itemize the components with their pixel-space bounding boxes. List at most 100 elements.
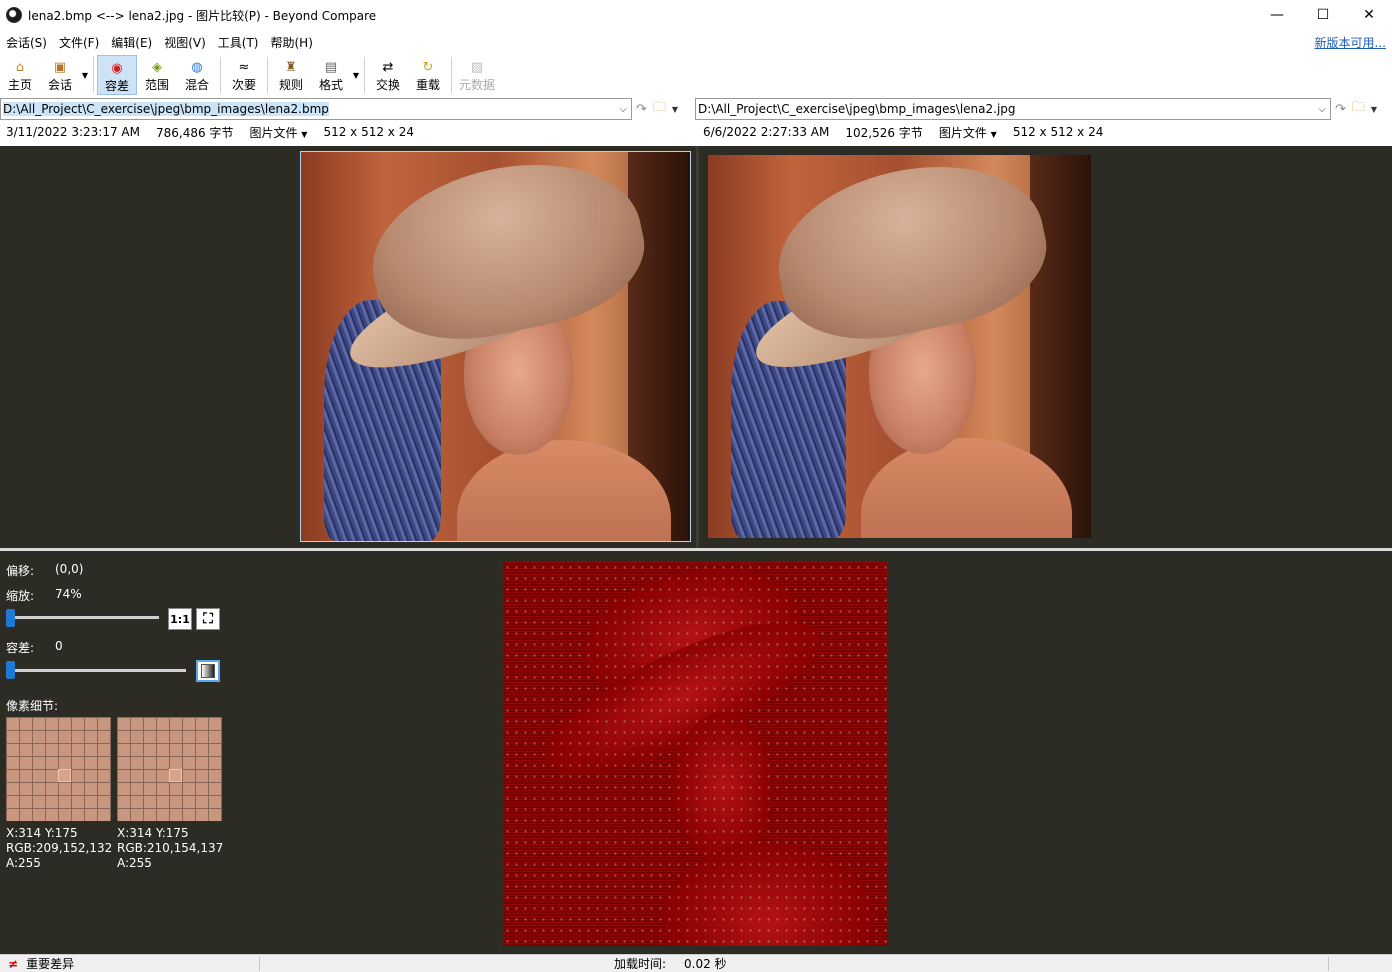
left-pixel-alpha: A:255 bbox=[6, 856, 41, 870]
window-title: lena2.bmp <--> lena2.jpg - 图片比较(P) - Bey… bbox=[28, 8, 377, 23]
tolerance-color-button[interactable] bbox=[196, 660, 220, 682]
chevron-down-icon: ▼ bbox=[990, 129, 997, 139]
tolerance-slider-thumb[interactable] bbox=[6, 661, 15, 679]
close-button[interactable]: ✕ bbox=[1346, 0, 1392, 30]
format-dropdown-arrow[interactable]: ▼ bbox=[351, 55, 361, 95]
toolbar-separator bbox=[267, 57, 268, 93]
offset-value: (0,0) bbox=[55, 562, 84, 576]
gradient-icon bbox=[201, 664, 215, 678]
menu-view[interactable]: 视图(V) bbox=[158, 34, 212, 51]
right-date: 6/6/2022 2:27:33 AM bbox=[703, 125, 830, 139]
right-path-text: D:\All_Project\C_exercise\jpeg\bmp_image… bbox=[698, 102, 1016, 116]
new-version-link[interactable]: 新版本可用... bbox=[1315, 34, 1386, 51]
left-path-row: D:\All_Project\C_exercise\jpeg\bmp_image… bbox=[0, 98, 696, 120]
offset-label: 偏移: bbox=[6, 564, 35, 578]
menu-edit[interactable]: 编辑(E) bbox=[105, 34, 158, 51]
range-button[interactable]: ◈ 范围 bbox=[137, 55, 177, 95]
zoom-label: 缩放: bbox=[6, 589, 35, 603]
menu-tools[interactable]: 工具(T) bbox=[212, 34, 265, 51]
right-image[interactable] bbox=[708, 155, 1091, 538]
minor-button[interactable]: ≈ 次要 bbox=[224, 55, 264, 95]
right-type-label: 图片文件 bbox=[938, 125, 987, 140]
status-divider bbox=[1328, 957, 1329, 971]
session-button[interactable]: ▣ 会话 bbox=[40, 55, 80, 95]
blend-icon: ◍ bbox=[191, 59, 203, 75]
left-path-actions: ↷ 🗀 ▼ bbox=[636, 98, 678, 120]
maximize-button[interactable]: ☐ bbox=[1300, 0, 1346, 30]
fit-screen-button[interactable]: ⛶ bbox=[196, 608, 220, 630]
zoom-slider-track bbox=[8, 616, 159, 619]
right-pixel-info: X:314 Y:175 RGB:210,154,137 A:255 bbox=[117, 826, 223, 871]
window-controls: — ☐ ✕ bbox=[1254, 0, 1392, 30]
minimize-button[interactable]: — bbox=[1254, 0, 1300, 30]
referee-icon: ♜ bbox=[285, 59, 297, 75]
swap-button[interactable]: ⇄ 交换 bbox=[368, 55, 408, 95]
tolerance-slider-track bbox=[8, 669, 186, 672]
right-file-info: 6/6/2022 2:27:33 AM 102,526 字节 图片文件 ▼ 51… bbox=[703, 122, 1103, 142]
zoom-1to1-button[interactable]: 1:1 bbox=[168, 608, 192, 630]
right-dims: 512 x 512 x 24 bbox=[1012, 125, 1104, 139]
status-bar: ≠ 重要差异 加载时间: 0.02 秒 bbox=[0, 954, 1392, 972]
metadata-button[interactable]: ▧ 元数据 bbox=[455, 55, 499, 95]
session-dropdown-arrow[interactable]: ▼ bbox=[80, 55, 90, 95]
right-path-input[interactable]: D:\All_Project\C_exercise\jpeg\bmp_image… bbox=[695, 98, 1331, 120]
format-label: 格式 bbox=[318, 78, 343, 92]
right-pixel-center bbox=[169, 769, 182, 782]
approx-icon: ≈ bbox=[238, 59, 250, 75]
format-button[interactable]: ▤ 格式 bbox=[311, 55, 351, 95]
zoom-value: 74% bbox=[55, 587, 82, 601]
left-path-text: D:\All_Project\C_exercise\jpeg\bmp_image… bbox=[3, 102, 329, 116]
left-file-info: 3/11/2022 3:23:17 AM 786,486 字节 图片文件 ▼ 5… bbox=[6, 122, 414, 142]
left-up-arrow-icon[interactable]: ↷ bbox=[636, 102, 647, 117]
right-pixel-alpha: A:255 bbox=[117, 856, 152, 870]
chevron-down-icon[interactable]: ⌵ bbox=[615, 99, 631, 119]
reload-button[interactable]: ↻ 重载 bbox=[408, 55, 448, 95]
left-size: 786,486 字节 bbox=[155, 125, 234, 140]
right-pixel-rgb: RGB:210,154,137 bbox=[117, 841, 224, 855]
range-icon: ◈ bbox=[152, 59, 162, 75]
menu-file[interactable]: 文件(F) bbox=[53, 34, 105, 51]
left-pixel-xy: X:314 Y:175 bbox=[6, 826, 78, 840]
right-up-arrow-icon[interactable]: ↷ bbox=[1335, 102, 1346, 117]
right-folder-dropdown-icon[interactable]: ▼ bbox=[1371, 105, 1377, 114]
load-time-value: 0.02 秒 bbox=[684, 957, 727, 971]
right-path-row: D:\All_Project\C_exercise\jpeg\bmp_image… bbox=[695, 98, 1392, 120]
reload-icon: ↻ bbox=[422, 59, 434, 75]
reload-label: 重载 bbox=[415, 78, 440, 92]
right-pixel-xy: X:314 Y:175 bbox=[117, 826, 189, 840]
load-time-label: 加载时间: bbox=[614, 957, 667, 971]
tolerance-icon: ◉ bbox=[111, 60, 123, 76]
left-folder-icon[interactable]: 🗀 bbox=[653, 98, 666, 120]
toolbar-separator bbox=[220, 57, 221, 93]
chevron-down-icon: ▼ bbox=[301, 129, 308, 139]
left-folder-dropdown-icon[interactable]: ▼ bbox=[672, 105, 678, 114]
home-label: 主页 bbox=[7, 78, 32, 92]
right-path-actions: ↷ 🗀 ▼ bbox=[1335, 98, 1377, 120]
fit-screen-icon: ⛶ bbox=[203, 611, 213, 627]
toolbar: ⌂ 主页 ▣ 会话 ▼ ◉ 容差 ◈ 范围 ◍ 混合 ≈ 次要 ♜ 规则 ▤ 格… bbox=[0, 55, 1392, 96]
zoom-slider-thumb[interactable] bbox=[6, 609, 15, 627]
metadata-icon: ▧ bbox=[470, 59, 484, 75]
diff-status-label: 重要差异 bbox=[26, 957, 75, 971]
blend-button[interactable]: ◍ 混合 bbox=[177, 55, 217, 95]
right-type[interactable]: 图片文件 ▼ bbox=[939, 124, 997, 141]
title-bar: lena2.bmp <--> lena2.jpg - 图片比较(P) - Bey… bbox=[0, 0, 1392, 30]
menu-help[interactable]: 帮助(H) bbox=[265, 34, 319, 51]
left-type-label: 图片文件 bbox=[249, 125, 298, 140]
rules-button[interactable]: ♜ 规则 bbox=[271, 55, 311, 95]
home-icon: ⌂ bbox=[15, 59, 25, 75]
left-type[interactable]: 图片文件 ▼ bbox=[249, 124, 307, 141]
pane-splitter-vertical[interactable] bbox=[696, 146, 699, 548]
tolerance-button[interactable]: ◉ 容差 bbox=[97, 55, 137, 95]
home-button[interactable]: ⌂ 主页 bbox=[0, 55, 40, 95]
left-image[interactable] bbox=[300, 151, 691, 542]
right-pixel-grid bbox=[117, 717, 222, 821]
chevron-down-icon[interactable]: ⌵ bbox=[1314, 99, 1330, 119]
blend-label: 混合 bbox=[184, 78, 209, 92]
right-folder-icon[interactable]: 🗀 bbox=[1352, 98, 1365, 120]
left-pixel-info: X:314 Y:175 RGB:209,152,132 A:255 bbox=[6, 826, 112, 871]
difference-image[interactable] bbox=[503, 562, 887, 946]
left-path-input[interactable]: D:\All_Project\C_exercise\jpeg\bmp_image… bbox=[0, 98, 632, 120]
tolerance-label: 容差 bbox=[104, 79, 129, 93]
menu-session[interactable]: 会话(S) bbox=[0, 34, 53, 51]
